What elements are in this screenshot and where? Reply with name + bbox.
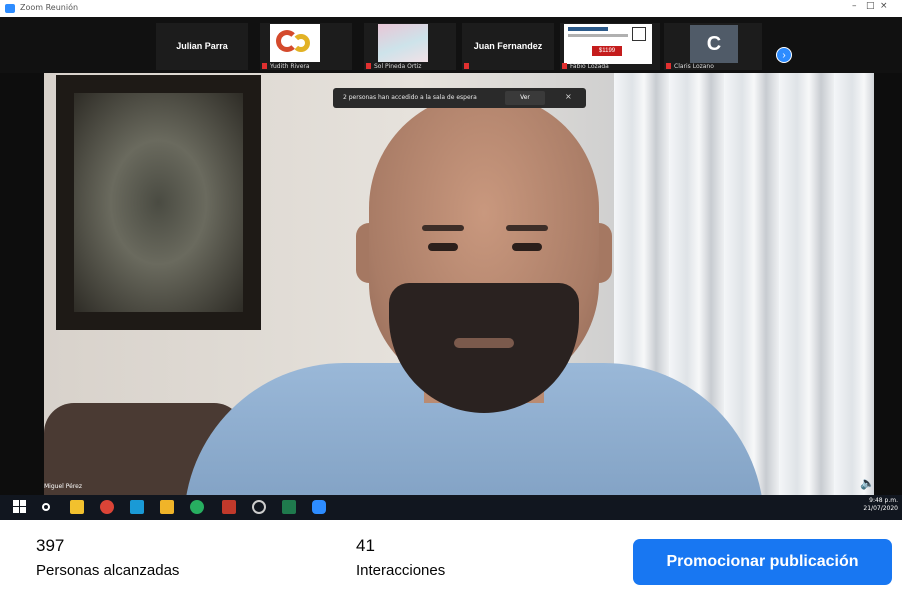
window-title: Zoom Reunión (20, 3, 79, 12)
windows-taskbar (0, 495, 902, 520)
participant-tile[interactable]: Sol Pineda Ortiz (364, 23, 456, 70)
participant-strip: Julian Parra Yudith Rivera Sol Pineda Or… (0, 17, 902, 73)
windows-start-icon[interactable] (13, 500, 27, 514)
waiting-room-notification: 2 personas han accedido a la sala de esp… (333, 88, 586, 108)
reach-label: Personas alcanzadas (36, 562, 180, 579)
participant-label: Fabio Lozada (570, 63, 609, 70)
muted-mic-icon (666, 63, 671, 69)
zoom-taskbar-icon[interactable] (312, 500, 326, 514)
zoom-meeting-screenshot: Zoom Reunión – □ × Julian Parra Yudith R… (0, 0, 902, 520)
maximize-button[interactable]: □ (866, 1, 875, 11)
participant-label: Yudith Rivera (270, 63, 310, 70)
clock-date: 21/07/2020 (863, 505, 898, 512)
speaker-name-label: Miguel Pérez (44, 483, 82, 490)
participant-tile[interactable]: Juan Fernandez (462, 23, 554, 70)
file-explorer-icon[interactable] (160, 500, 174, 514)
participant-tile[interactable]: $1199 Fabio Lozada (560, 23, 660, 70)
zoom-app-icon (5, 4, 15, 13)
taskbar-clock: 9:48 p.m. 21/07/2020 (863, 497, 898, 513)
search-icon[interactable] (42, 503, 50, 511)
participant-label: Claris Lozano (674, 63, 714, 70)
participant-name: Julian Parra (176, 41, 228, 51)
notification-text: 2 personas han accedido a la sala de esp… (343, 94, 477, 101)
minimize-button[interactable]: – (852, 1, 857, 11)
active-speaker-video (44, 73, 874, 495)
muted-mic-icon (366, 63, 371, 69)
reach-value: 397 (36, 536, 65, 555)
muted-mic-icon (464, 63, 469, 69)
close-window-button[interactable]: × (880, 1, 888, 11)
muted-mic-icon (262, 63, 267, 69)
close-icon[interactable]: × (565, 92, 572, 101)
participant-label: Sol Pineda Ortiz (374, 63, 422, 70)
participant-tile[interactable]: Yudith Rivera (260, 23, 352, 70)
participant-avatar: C (690, 25, 738, 63)
participant-video (378, 24, 428, 62)
app-red-icon[interactable] (222, 500, 236, 514)
next-page-arrow-icon[interactable]: › (776, 47, 792, 63)
excel-icon[interactable] (282, 500, 296, 514)
app-circle-icon[interactable] (252, 500, 266, 514)
participant-tile[interactable]: Julian Parra (156, 23, 248, 70)
interactions-value: 41 (356, 536, 375, 555)
chrome-icon[interactable] (100, 500, 114, 514)
speaker-person (184, 93, 764, 495)
clock-time: 9:48 p.m. (869, 497, 898, 504)
remote-desktop-icon[interactable] (130, 500, 144, 514)
volume-icon[interactable]: 🔈 (860, 476, 875, 490)
view-button[interactable]: Ver (505, 91, 545, 105)
app-green-icon[interactable] (190, 500, 204, 514)
post-insights-bar: 397 Personas alcanzadas 41 Interacciones… (0, 520, 902, 605)
shared-slide-thumbnail: $1199 (564, 24, 652, 64)
participant-name: Juan Fernandez (473, 41, 543, 51)
organization-logo (270, 24, 320, 62)
muted-mic-icon (562, 63, 567, 69)
window-titlebar: Zoom Reunión – □ × (0, 0, 902, 18)
slide-price: $1199 (592, 46, 622, 56)
interactions-label: Interacciones (356, 562, 446, 579)
promote-post-button[interactable]: Promocionar publicación (633, 539, 892, 585)
participant-tile[interactable]: C Claris Lozano (664, 23, 762, 70)
sticky-notes-icon[interactable] (70, 500, 84, 514)
